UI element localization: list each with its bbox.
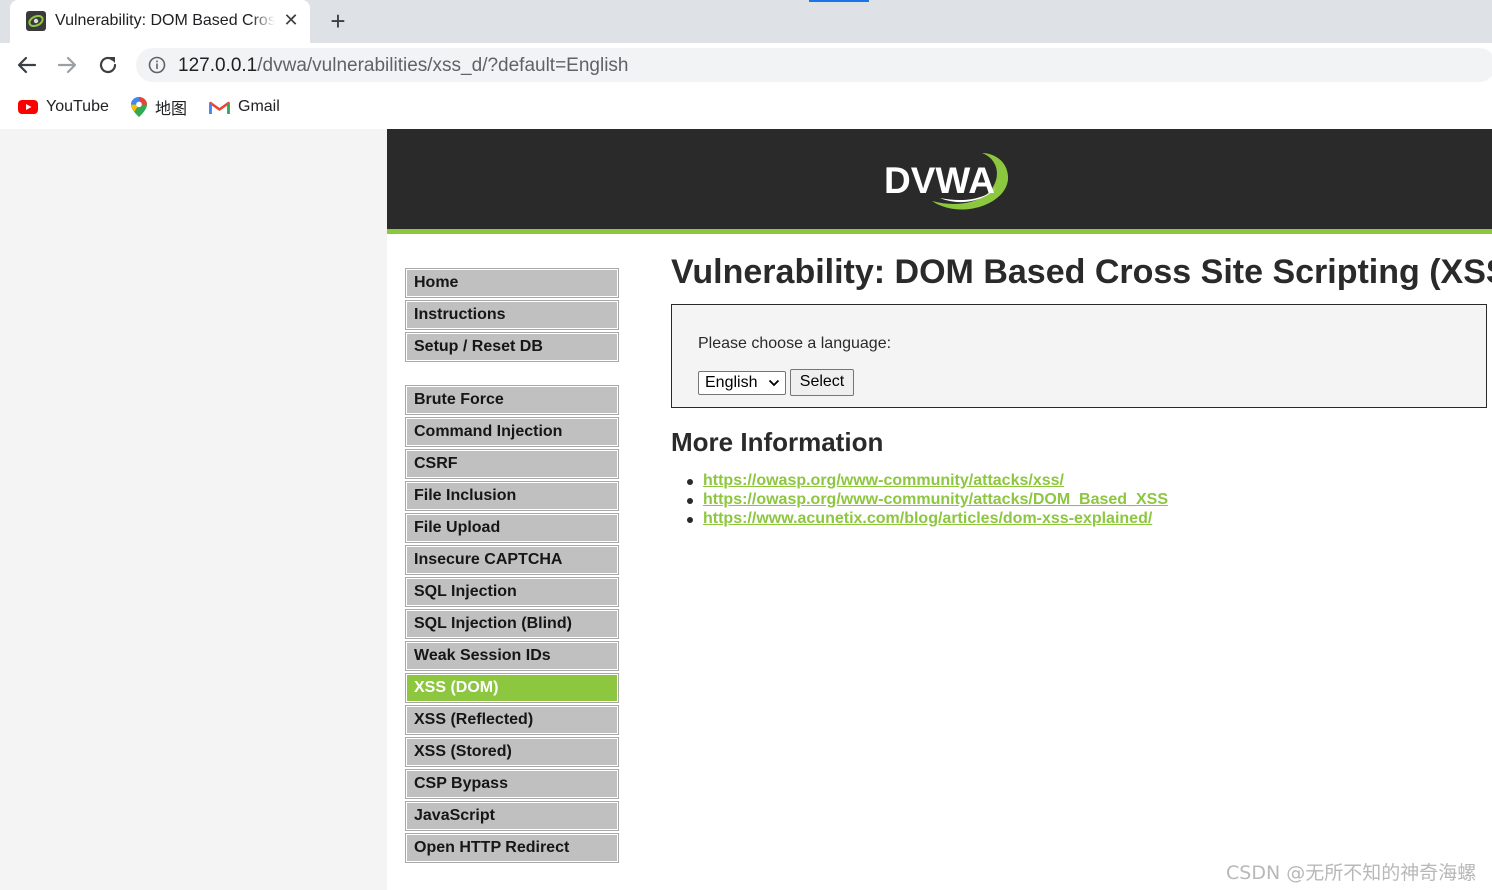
forward-arrow-icon[interactable] (53, 51, 81, 79)
acunetix-link[interactable]: https://www.acunetix.com/blog/articles/d… (703, 510, 1152, 527)
menu-item-sql-injection-blind[interactable]: SQL Injection (Blind) (405, 609, 619, 639)
menu-item-weak-session-ids[interactable]: Weak Session IDs (405, 641, 619, 671)
menu-item-label: Setup / Reset DB (414, 338, 543, 355)
menu-item-csrf[interactable]: CSRF (405, 449, 619, 479)
close-tab-icon[interactable]: ✕ (280, 9, 302, 31)
select-button-label: Select (799, 373, 845, 390)
menu-item-label: File Inclusion (414, 487, 517, 504)
menu-item-command-injection[interactable]: Command Injection (405, 417, 619, 447)
csdn-watermark: CSDN @无所不知的神奇海螺 (1226, 862, 1477, 884)
bullet (687, 498, 693, 504)
maps-pin-icon (131, 97, 147, 117)
gmail-icon (209, 101, 230, 114)
page-title: Vulnerability: DOM Based Cross Site Scri… (671, 253, 1492, 291)
menu-item-file-upload[interactable]: File Upload (405, 513, 619, 543)
url-path: /dvwa/vulnerabilities/xss_d/?default=Eng… (257, 55, 629, 76)
list-item: https://owasp.org/www-community/attacks/… (687, 472, 1064, 491)
language-select[interactable]: English (698, 371, 786, 395)
dvwa-container: DVWA Home Instructions Setup / Reset DB Bru… (387, 129, 1492, 890)
menu-item-label: Open HTTP Redirect (414, 839, 570, 856)
owasp-dom-xss-link[interactable]: https://owasp.org/www-community/attacks/… (703, 491, 1168, 508)
menu-item-label: XSS (Stored) (414, 743, 512, 760)
menu-item-label: Command Injection (414, 423, 563, 440)
list-item: https://owasp.org/www-community/attacks/… (687, 491, 1168, 510)
menu-item-label: Home (414, 274, 459, 291)
tab-title: Vulnerability: DOM Based Cross Site Scri… (55, 12, 275, 30)
menu-item-xss-dom[interactable]: XSS (DOM) (405, 673, 619, 703)
menu-item-javascript[interactable]: JavaScript (405, 801, 619, 831)
new-tab-button[interactable]: + (325, 8, 351, 34)
more-info-heading: More Information (671, 427, 884, 457)
bookmarks-bar: YouTube 地图 Gmail (0, 87, 1492, 129)
menu-item-label: XSS (Reflected) (414, 711, 534, 728)
url-text: 127.0.0.1/dvwa/vulnerabilities/xss_d/?de… (178, 55, 629, 77)
tab-indicator (809, 0, 869, 2)
browser-toolbar: 127.0.0.1/dvwa/vulnerabilities/xss_d/?de… (0, 43, 1492, 87)
menu-item-label: File Upload (414, 519, 501, 536)
menu-item-label: Brute Force (414, 391, 504, 408)
bullet (687, 479, 693, 485)
dvwa-header: DVWA (387, 129, 1492, 234)
list-item: https://www.acunetix.com/blog/articles/d… (687, 510, 1152, 529)
reload-icon[interactable] (94, 51, 122, 79)
page-left-margin (0, 129, 387, 890)
menu-item-label: SQL Injection (414, 583, 517, 600)
back-arrow-icon[interactable] (13, 51, 41, 79)
menu-item-file-inclusion[interactable]: File Inclusion (405, 481, 619, 511)
menu-item-instructions[interactable]: Instructions (405, 300, 619, 330)
url-host: 127.0.0.1 (178, 55, 258, 76)
menu-item-sql-injection[interactable]: SQL Injection (405, 577, 619, 607)
menu-item-label: SQL Injection (Blind) (414, 615, 572, 632)
menu-item-open-http-redirect[interactable]: Open HTTP Redirect (405, 833, 619, 863)
dvwa-favicon-icon (26, 11, 46, 31)
menu-item-home[interactable]: Home (405, 268, 619, 298)
menu-item-label: XSS (DOM) (414, 679, 499, 696)
browser-tab[interactable]: Vulnerability: DOM Based Cross Site Scri… (10, 0, 310, 43)
bookmark-youtube[interactable]: YouTube (18, 96, 109, 118)
menu-item-label: Weak Session IDs (414, 647, 551, 664)
menu-item-label: CSP Bypass (414, 775, 508, 792)
menu-item-label: CSRF (414, 455, 458, 472)
bookmark-label: 地图 (155, 101, 188, 118)
dvwa-logo: DVWA (884, 153, 1009, 210)
menu-item-xss-reflected[interactable]: XSS (Reflected) (405, 705, 619, 735)
menu-item-xss-stored[interactable]: XSS (Stored) (405, 737, 619, 767)
info-icon[interactable] (148, 56, 166, 74)
bullet (687, 517, 693, 523)
bookmark-label: Gmail (238, 98, 280, 115)
chevron-down-icon (768, 379, 780, 387)
menu-item-label: Insecure CAPTCHA (414, 551, 563, 568)
bookmark-maps[interactable]: 地图 (131, 96, 187, 118)
vulnerable-code-area: Please choose a language: English Select (671, 304, 1487, 408)
owasp-xss-link[interactable]: https://owasp.org/www-community/attacks/… (703, 472, 1064, 489)
menu-item-insecure-captcha[interactable]: Insecure CAPTCHA (405, 545, 619, 575)
menu-item-setup-reset-db[interactable]: Setup / Reset DB (405, 332, 619, 362)
address-bar[interactable]: 127.0.0.1/dvwa/vulnerabilities/xss_d/?de… (136, 48, 1492, 82)
select-button[interactable]: Select (790, 369, 854, 396)
youtube-icon (18, 100, 38, 114)
menu-item-label: JavaScript (414, 807, 495, 824)
menu-item-brute-force[interactable]: Brute Force (405, 385, 619, 415)
menu-item-label: Instructions (414, 306, 506, 323)
language-select-value: English (705, 374, 758, 391)
bookmark-gmail[interactable]: Gmail (209, 96, 280, 118)
bookmark-label: YouTube (46, 98, 109, 115)
logo-text: DVWA (884, 160, 995, 201)
tab-strip: Vulnerability: DOM Based Cross Site Scri… (0, 0, 1492, 43)
page-body: DVWA Home Instructions Setup / Reset DB Bru… (0, 129, 1492, 890)
menu-item-csp-bypass[interactable]: CSP Bypass (405, 769, 619, 799)
language-prompt: Please choose a language: (698, 335, 892, 352)
